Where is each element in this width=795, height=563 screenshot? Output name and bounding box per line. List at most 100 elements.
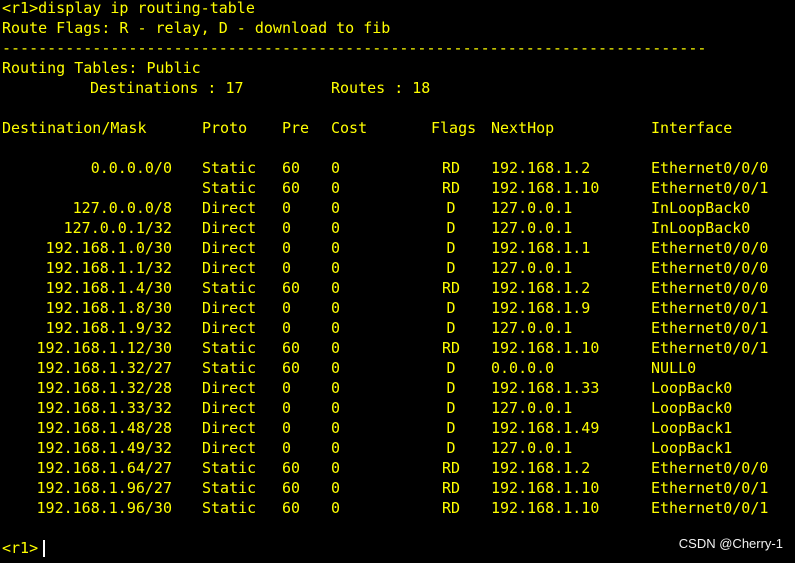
cell-cost: 0: [331, 219, 341, 237]
separator-line: ----------------------------------------…: [2, 39, 707, 57]
cell-cost: 0: [331, 279, 341, 297]
cell-nexthop: 192.168.1.2: [491, 159, 591, 177]
cell-pre: 60: [282, 159, 301, 177]
cell-cost: 0: [331, 239, 341, 257]
cell-cost: 0: [331, 439, 341, 457]
cell-pre: 0: [282, 419, 292, 437]
cell-proto: Static: [202, 339, 257, 357]
header-nexthop: NextHop: [491, 119, 555, 137]
cell-proto: Direct: [202, 219, 257, 237]
cell-destination: 192.168.1.96/27: [36, 479, 172, 497]
cell-cost: 0: [331, 499, 341, 517]
watermark: CSDN @Cherry-1: [678, 536, 783, 551]
cell-interface: Ethernet0/0/1: [651, 179, 769, 197]
header-flags: Flags: [431, 119, 477, 137]
routes-count: Routes : 18: [331, 79, 431, 97]
cell-pre: 60: [282, 499, 301, 517]
terminal-window[interactable]: <r1>display ip routing-table Route Flags…: [0, 0, 795, 563]
cell-pre: 60: [282, 479, 301, 497]
cell-flags: D: [446, 319, 456, 337]
cell-destination: 127.0.0.1/32: [63, 219, 172, 237]
cell-cost: 0: [331, 319, 341, 337]
cell-proto: Direct: [202, 199, 257, 217]
cell-interface: Ethernet0/0/1: [651, 499, 769, 517]
cell-cost: 0: [331, 339, 341, 357]
cell-interface: LoopBack0: [651, 379, 733, 397]
cell-proto: Direct: [202, 419, 257, 437]
cell-destination: 192.168.1.32/28: [36, 379, 172, 397]
cell-nexthop: 127.0.0.1: [491, 399, 573, 417]
cell-destination: 192.168.1.64/27: [36, 459, 172, 477]
cell-destination: 192.168.1.9/32: [45, 319, 172, 337]
route-flags-line: Route Flags: R - relay, D - download to …: [2, 19, 391, 37]
cell-flags: D: [446, 239, 456, 257]
table-title: Routing Tables: Public: [2, 59, 201, 77]
cell-destination: 192.168.1.33/32: [36, 399, 172, 417]
cell-interface: InLoopBack0: [651, 219, 751, 237]
cell-nexthop: 192.168.1.10: [491, 499, 600, 517]
cell-nexthop: 127.0.0.1: [491, 439, 573, 457]
cell-nexthop: 127.0.0.1: [491, 199, 573, 217]
cell-destination: 192.168.1.0/30: [45, 239, 172, 257]
cell-proto: Direct: [202, 399, 257, 417]
cell-nexthop: 192.168.1.49: [491, 419, 600, 437]
cell-destination: 192.168.1.96/30: [36, 499, 172, 517]
cell-destination: 192.168.1.1/32: [45, 259, 172, 277]
cell-destination: 192.168.1.49/32: [36, 439, 172, 457]
cell-interface: Ethernet0/0/1: [651, 479, 769, 497]
cell-proto: Static: [202, 279, 257, 297]
cell-nexthop: 127.0.0.1: [491, 219, 573, 237]
cell-nexthop: 127.0.0.1: [491, 259, 573, 277]
cell-cost: 0: [331, 399, 341, 417]
cell-pre: 0: [282, 219, 292, 237]
cell-flags: D: [446, 419, 456, 437]
cell-interface: Ethernet0/0/0: [651, 239, 769, 257]
cell-proto: Direct: [202, 439, 257, 457]
cell-cost: 0: [331, 159, 341, 177]
cell-pre: 0: [282, 259, 292, 277]
cell-pre: 0: [282, 199, 292, 217]
cell-pre: 0: [282, 239, 292, 257]
cell-flags: RD: [441, 179, 461, 197]
cell-flags: D: [446, 379, 456, 397]
cell-pre: 60: [282, 279, 301, 297]
cell-nexthop: 192.168.1.2: [491, 279, 591, 297]
cell-flags: RD: [441, 459, 461, 477]
cell-cost: 0: [331, 379, 341, 397]
cell-nexthop: 192.168.1.9: [491, 299, 591, 317]
cell-proto: Static: [202, 359, 257, 377]
cell-destination: 0.0.0.0/0: [90, 159, 172, 177]
cell-nexthop: 192.168.1.10: [491, 179, 600, 197]
cell-interface: Ethernet0/0/0: [651, 259, 769, 277]
cell-flags: D: [446, 199, 456, 217]
cell-pre: 60: [282, 339, 301, 357]
cell-interface: Ethernet0/0/1: [651, 339, 769, 357]
cell-pre: 0: [282, 299, 292, 317]
cell-pre: 60: [282, 359, 301, 377]
cell-destination: 127.0.0.0/8: [72, 199, 172, 217]
cell-pre: 60: [282, 179, 301, 197]
cell-flags: D: [446, 259, 456, 277]
cell-proto: Static: [202, 499, 257, 517]
cell-cost: 0: [331, 299, 341, 317]
cell-pre: 0: [282, 319, 292, 337]
cell-flags: D: [446, 439, 456, 457]
command-prompt[interactable]: <r1>: [2, 538, 38, 558]
cell-nexthop: 192.168.1.10: [491, 479, 600, 497]
cell-interface: Ethernet0/0/0: [651, 279, 769, 297]
cell-proto: Static: [202, 459, 257, 477]
cell-nexthop: 0.0.0.0: [491, 359, 555, 377]
cell-flags: D: [446, 219, 456, 237]
cell-destination: [0, 178, 172, 198]
cell-nexthop: 192.168.1.10: [491, 339, 600, 357]
cell-interface: LoopBack1: [651, 439, 733, 457]
header-pre: Pre: [282, 119, 310, 137]
header-proto: Proto: [202, 119, 248, 137]
cell-destination: 192.168.1.32/27: [36, 359, 172, 377]
cell-flags: RD: [441, 279, 461, 297]
cell-proto: Direct: [202, 319, 257, 337]
cell-proto: Direct: [202, 239, 257, 257]
cell-pre: 0: [282, 379, 292, 397]
cell-flags: RD: [441, 159, 461, 177]
cell-nexthop: 192.168.1.1: [491, 239, 591, 257]
